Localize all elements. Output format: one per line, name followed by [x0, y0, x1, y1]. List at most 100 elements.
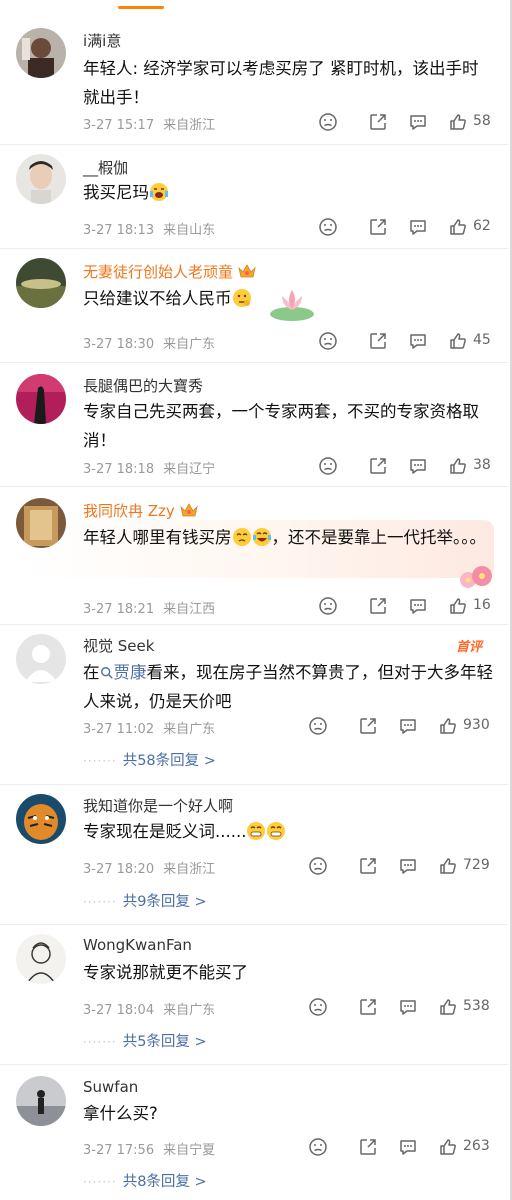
comment-text-content: 只给建议不给人民币 [83, 289, 232, 308]
share-icon[interactable] [358, 997, 380, 1017]
comment-item: WongKwanFan 专家说那就更不能买了 3-27 18:04 来自广东 53… [0, 924, 508, 1065]
comment-date: 3-27 15:17 [83, 118, 155, 133]
mention-text: 贾康 [113, 663, 147, 682]
avatar[interactable] [16, 634, 66, 684]
comment-text: 年轻人哪里有钱买房 ，还不是要靠上一代托举。。。 [83, 523, 493, 552]
comment-meta: 3-27 17:56 来自宁夏 [83, 1139, 215, 1158]
avatar[interactable] [16, 28, 66, 78]
thumbs-up-icon[interactable] [448, 331, 470, 351]
view-replies-link[interactable]: ······· 共58条回复 > [83, 749, 216, 770]
avatar[interactable] [16, 258, 66, 308]
comment-text: 在贾康看来，现在房子当然不算贵了，但对于大多年轻人来说，仍是天价吧 [83, 658, 493, 716]
view-replies-link[interactable]: ······· 共9条回复 > [83, 890, 207, 911]
share-icon[interactable] [368, 456, 390, 476]
share-icon[interactable] [358, 1137, 380, 1157]
comment-icon[interactable] [408, 217, 430, 237]
comment-item: 我同欣冉 Zzy 年轻人哪里有钱买房 ，还不是要靠上一代托举。。。 3-27 18… [0, 486, 508, 625]
username-vip[interactable]: 无妻徒行创始人老顽童 [83, 261, 257, 282]
comment-text-prefix: 在 [83, 663, 100, 682]
comment-meta: 3-27 15:17 来自浙江 [83, 114, 215, 133]
thumbs-up-icon[interactable] [448, 112, 470, 132]
comment-date: 3-27 18:13 [83, 223, 155, 238]
comment-icon[interactable] [408, 112, 430, 132]
username[interactable]: Suwfan [83, 1078, 138, 1096]
like-count: 62 [473, 218, 491, 234]
comment-location: 来自江西 [163, 602, 216, 617]
comment-actions: 263 [308, 1137, 490, 1157]
thumbs-up-icon[interactable] [438, 1137, 460, 1157]
avatar[interactable] [16, 1076, 66, 1126]
thumbs-up-icon[interactable] [438, 856, 460, 876]
lotus-decoration-icon [268, 282, 316, 322]
share-icon[interactable] [368, 112, 390, 132]
comment-actions: 38 [318, 456, 498, 476]
comment-meta: 3-27 18:20 来自浙江 [83, 858, 215, 877]
avatar[interactable] [16, 374, 66, 424]
comment-icon[interactable] [398, 1137, 420, 1157]
comment-meta: 3-27 18:13 来自山东 [83, 219, 215, 238]
grin-emoji-icon [266, 821, 286, 841]
comment-icon[interactable] [398, 856, 420, 876]
comment-date: 3-27 18:21 [83, 602, 155, 617]
share-icon[interactable] [368, 596, 390, 616]
crown-badge-icon [237, 263, 257, 279]
comment-icon[interactable] [398, 997, 420, 1017]
comment-text: 专家说那就更不能买了 [83, 963, 248, 982]
crying-laugh-emoji-icon [149, 182, 169, 202]
like-count: 538 [463, 998, 490, 1014]
dislike-icon[interactable] [308, 856, 330, 876]
comment-text: 专家自己先买两套，一个专家两套，不买的专家资格取消！ [83, 402, 479, 450]
thumbs-up-icon[interactable] [438, 716, 460, 736]
dislike-icon[interactable] [308, 716, 330, 736]
avatar[interactable] [16, 498, 66, 548]
username[interactable]: 長腿偶巴的大寶秀 [83, 375, 203, 396]
like-count: 38 [473, 457, 491, 473]
dislike-icon[interactable] [318, 331, 340, 351]
dislike-icon[interactable] [318, 112, 340, 132]
like-count: 930 [463, 717, 490, 733]
comment-location: 来自广东 [163, 337, 216, 352]
username[interactable]: 视觉 Seek [83, 635, 154, 656]
avatar[interactable] [16, 934, 66, 984]
username-vip[interactable]: 我同欣冉 Zzy [83, 500, 199, 521]
dislike-icon[interactable] [318, 456, 340, 476]
share-icon[interactable] [358, 716, 380, 736]
share-icon[interactable] [368, 217, 390, 237]
like-count: 16 [473, 597, 491, 613]
dislike-icon[interactable] [318, 217, 340, 237]
avatar[interactable] [16, 794, 66, 844]
username[interactable]: 我知道你是一个好人啊 [83, 795, 233, 816]
mention-link[interactable]: 贾康 [100, 663, 147, 682]
crown-badge-icon [179, 502, 199, 518]
replies-count: 共8条回复 > [122, 1174, 207, 1190]
username[interactable]: __椵伽 [83, 157, 128, 178]
thumbs-up-icon[interactable] [438, 997, 460, 1017]
reply-dots: ······· [83, 895, 117, 909]
comment-date: 3-27 18:30 [83, 337, 155, 352]
comment-actions: 538 [308, 997, 490, 1017]
thumbs-up-icon[interactable] [448, 217, 470, 237]
view-replies-link[interactable]: ······· 共5条回复 > [83, 1030, 207, 1051]
comment-date: 3-27 18:04 [83, 1003, 155, 1018]
search-icon [100, 667, 113, 679]
comment-item: i满i意 年轻人: 经济学家可以考虑买房了 紧盯时机，该出手时就出手！ 3-27… [0, 12, 508, 145]
tears-of-joy-emoji-icon [252, 527, 272, 547]
thumbs-up-icon[interactable] [448, 456, 470, 476]
dislike-icon[interactable] [308, 997, 330, 1017]
username[interactable]: WongKwanFan [83, 936, 192, 954]
avatar[interactable] [16, 154, 66, 204]
comment-icon[interactable] [408, 456, 430, 476]
dislike-icon[interactable] [318, 596, 340, 616]
comment-icon[interactable] [408, 331, 430, 351]
share-icon[interactable] [368, 331, 390, 351]
thumbs-up-icon[interactable] [448, 596, 470, 616]
comment-icon[interactable] [408, 596, 430, 616]
view-replies-link[interactable]: ······· 共8条回复 > [83, 1170, 207, 1191]
comment-location: 来自辽宁 [163, 462, 216, 477]
share-icon[interactable] [358, 856, 380, 876]
username[interactable]: i满i意 [83, 30, 121, 51]
dislike-icon[interactable] [308, 1137, 330, 1157]
comment-text-content: 我买尼玛 [83, 183, 149, 202]
comment-icon[interactable] [398, 716, 420, 736]
replies-count: 共9条回复 > [122, 894, 207, 910]
